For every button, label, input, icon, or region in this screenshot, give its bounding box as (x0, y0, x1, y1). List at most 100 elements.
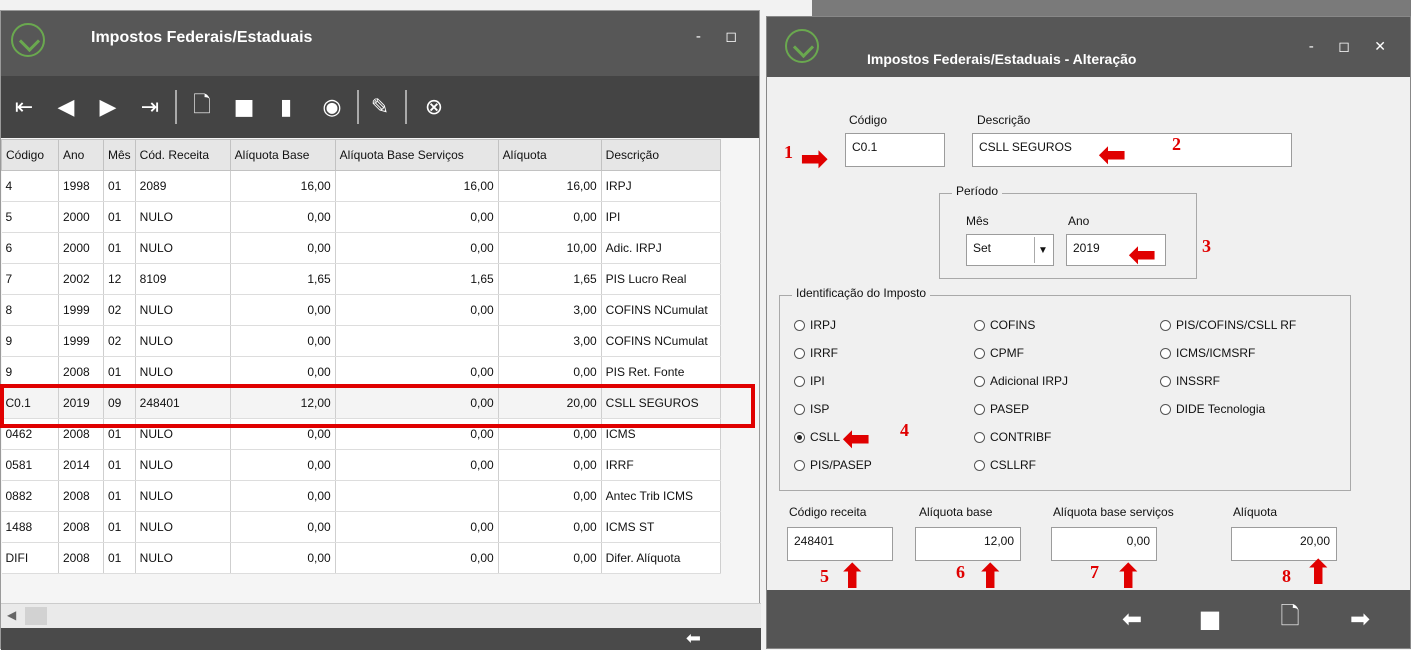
table-cell: 0581 (1, 449, 59, 481)
table-row[interactable]: 8 1999 02 NULO 0,00 0,00 3,00 COFINS NCumulat (1, 294, 721, 326)
left-toolbar: ⇤ ◀ ▶ ⇥ 🗋 ■ ▮ ◉ ✎ ⊗ (1, 76, 759, 138)
table-cell: 2000 (58, 232, 104, 264)
table-cell: 3,00 (498, 325, 602, 357)
radio-option[interactable]: COFINS (974, 318, 1035, 332)
radio-button-icon[interactable] (974, 403, 985, 415)
radio-option[interactable]: INSSRF (1160, 374, 1220, 388)
scrollbar-thumb[interactable] (25, 607, 47, 625)
col-header-aliquota-base-servicos[interactable]: Alíquota Base Serviços (334, 139, 499, 171)
table-cell: 2008 (58, 480, 104, 512)
table-row[interactable]: 5 2000 01 NULO 0,00 0,00 0,00 IPI (1, 201, 721, 233)
radio-option[interactable]: PASEP (974, 402, 1029, 416)
table-row[interactable]: 9 1999 02 NULO 0,00 3,00 COFINS NCumulat (1, 325, 721, 357)
col-header-codigo[interactable]: Código (1, 139, 59, 171)
radio-button-icon[interactable] (794, 319, 805, 331)
radio-option[interactable]: DIDE Tecnologia (1160, 402, 1265, 416)
back-arrow-icon[interactable]: ⬅ (1117, 604, 1147, 634)
table-cell: 0,00 (335, 294, 499, 326)
radio-button-icon[interactable] (1160, 375, 1171, 387)
red-arrow-left-icon: ⬅ (842, 419, 871, 459)
horizontal-scrollbar[interactable]: ◀ (1, 603, 761, 629)
table-header: Código Ano Mês Cód. Receita Alíquota Bas… (1, 139, 721, 171)
radio-button-icon[interactable] (974, 319, 985, 331)
radio-button-icon[interactable] (1160, 319, 1171, 331)
aliquota-base-field[interactable]: 12,00 (915, 527, 1021, 561)
toolbar-divider (175, 90, 177, 124)
ano-label: Ano (1068, 214, 1090, 228)
radio-option[interactable]: Adicional IRPJ (974, 374, 1068, 388)
col-header-aliquota[interactable]: Alíquota (497, 139, 602, 171)
table-cell: 01 (103, 480, 136, 512)
radio-button-icon[interactable] (794, 403, 805, 415)
table-row[interactable]: 9 2008 01 NULO 0,00 0,00 0,00 PIS Ret. Fonte (1, 356, 721, 388)
table-cell: COFINS NCumulat (601, 325, 721, 357)
new-record-icon[interactable]: 🗋 (189, 93, 215, 120)
radio-option[interactable]: IRRF (794, 346, 838, 360)
delete-record-icon[interactable]: ▮ (273, 94, 299, 120)
col-header-cod-receita[interactable]: Cód. Receita (134, 139, 231, 171)
first-record-icon[interactable]: ⇤ (11, 94, 37, 120)
table-cell: COFINS NCumulat (601, 294, 721, 326)
edit-record-icon[interactable]: ✎ (367, 94, 393, 120)
col-header-aliquota-base[interactable]: Alíquota Base (229, 139, 336, 171)
radio-option[interactable]: ISP (794, 402, 829, 416)
table-cell: 2000 (58, 201, 104, 233)
radio-button-icon[interactable] (974, 459, 985, 471)
table-row[interactable]: 4 1998 01 2089 16,00 16,00 16,00 IRPJ (1, 170, 721, 202)
radio-option[interactable]: PIS/COFINS/CSLL RF (1160, 318, 1296, 332)
descricao-field[interactable]: CSLL SEGUROS (972, 133, 1292, 167)
radio-option[interactable]: ICMS/ICMSRF (1160, 346, 1255, 360)
next-record-icon[interactable]: ▶ (95, 94, 121, 120)
chevron-down-icon[interactable]: ▼ (1034, 237, 1051, 263)
save-record-icon[interactable]: ■ (231, 94, 257, 120)
radio-button-icon[interactable] (974, 431, 985, 443)
radio-button-icon[interactable] (794, 375, 805, 387)
table-cell: 01 (103, 511, 136, 543)
mes-label: Mês (966, 214, 989, 228)
table-row[interactable]: 0882 2008 01 NULO 0,00 0,00 Antec Trib ICMS (1, 480, 721, 512)
scroll-left-icon[interactable]: ◀ (7, 608, 16, 622)
radio-option[interactable]: PIS/PASEP (794, 458, 872, 472)
radio-button-icon[interactable] (974, 347, 985, 359)
new-document-icon[interactable]: 🗋 (1275, 602, 1305, 634)
left-footer-back-icon[interactable]: ⬅ (686, 628, 701, 649)
radio-option[interactable]: CPMF (974, 346, 1024, 360)
table-row[interactable]: 1488 2008 01 NULO 0,00 0,00 0,00 ICMS ST (1, 511, 721, 543)
table-cell: 4 (1, 170, 59, 202)
forward-arrow-icon[interactable]: ➡ (1345, 604, 1375, 634)
col-header-descricao[interactable]: Descrição (600, 139, 721, 171)
radio-option[interactable]: IPI (794, 374, 825, 388)
col-header-ano[interactable]: Ano (58, 139, 104, 171)
table-row[interactable]: 7 2002 12 8109 1,65 1,65 1,65 PIS Lucro Real (1, 263, 721, 295)
mes-select[interactable]: Set ▼ (966, 234, 1054, 266)
prev-record-icon[interactable]: ◀ (53, 94, 79, 120)
radio-button-icon[interactable] (1160, 347, 1171, 359)
table-row[interactable]: DIFI 2008 01 NULO 0,00 0,00 0,00 Difer. Alíquot… (1, 542, 721, 574)
aliquota-base-servicos-field[interactable]: 0,00 (1051, 527, 1157, 561)
radio-button-icon[interactable] (794, 431, 805, 443)
radio-button-icon[interactable] (974, 375, 985, 387)
col-header-mes[interactable]: Mês (103, 139, 136, 171)
save-icon[interactable]: ■ (1195, 604, 1225, 634)
last-record-icon[interactable]: ⇥ (137, 94, 163, 120)
radio-label: CPMF (990, 346, 1024, 360)
radio-option[interactable]: CSLLRF (974, 458, 1036, 472)
radio-button-icon[interactable] (1160, 403, 1171, 415)
radio-button-icon[interactable] (794, 347, 805, 359)
table-row[interactable]: 0581 2014 01 NULO 0,00 0,00 0,00 IRRF (1, 449, 721, 481)
table-cell: 02 (103, 325, 136, 357)
codigo-field[interactable]: C0.1 (845, 133, 945, 167)
radio-option[interactable]: IRPJ (794, 318, 836, 332)
dialog-window-controls[interactable]: - ◻ ✕ (1309, 39, 1396, 55)
table-row[interactable]: 6 2000 01 NULO 0,00 0,00 10,00 Adic. IRPJ (1, 232, 721, 264)
view-record-icon[interactable]: ◉ (319, 94, 345, 120)
table-cell: 1,65 (230, 263, 336, 295)
radio-option[interactable]: CSLL (794, 430, 840, 444)
left-window-controls[interactable]: - ◻ (696, 29, 747, 45)
radio-button-icon[interactable] (794, 459, 805, 471)
close-record-icon[interactable]: ⊗ (421, 94, 447, 120)
codigo-receita-field[interactable]: 248401 (787, 527, 893, 561)
table-cell: 3,00 (498, 294, 602, 326)
radio-option[interactable]: CONTRIBF (974, 430, 1051, 444)
mes-value: Set (973, 241, 992, 255)
